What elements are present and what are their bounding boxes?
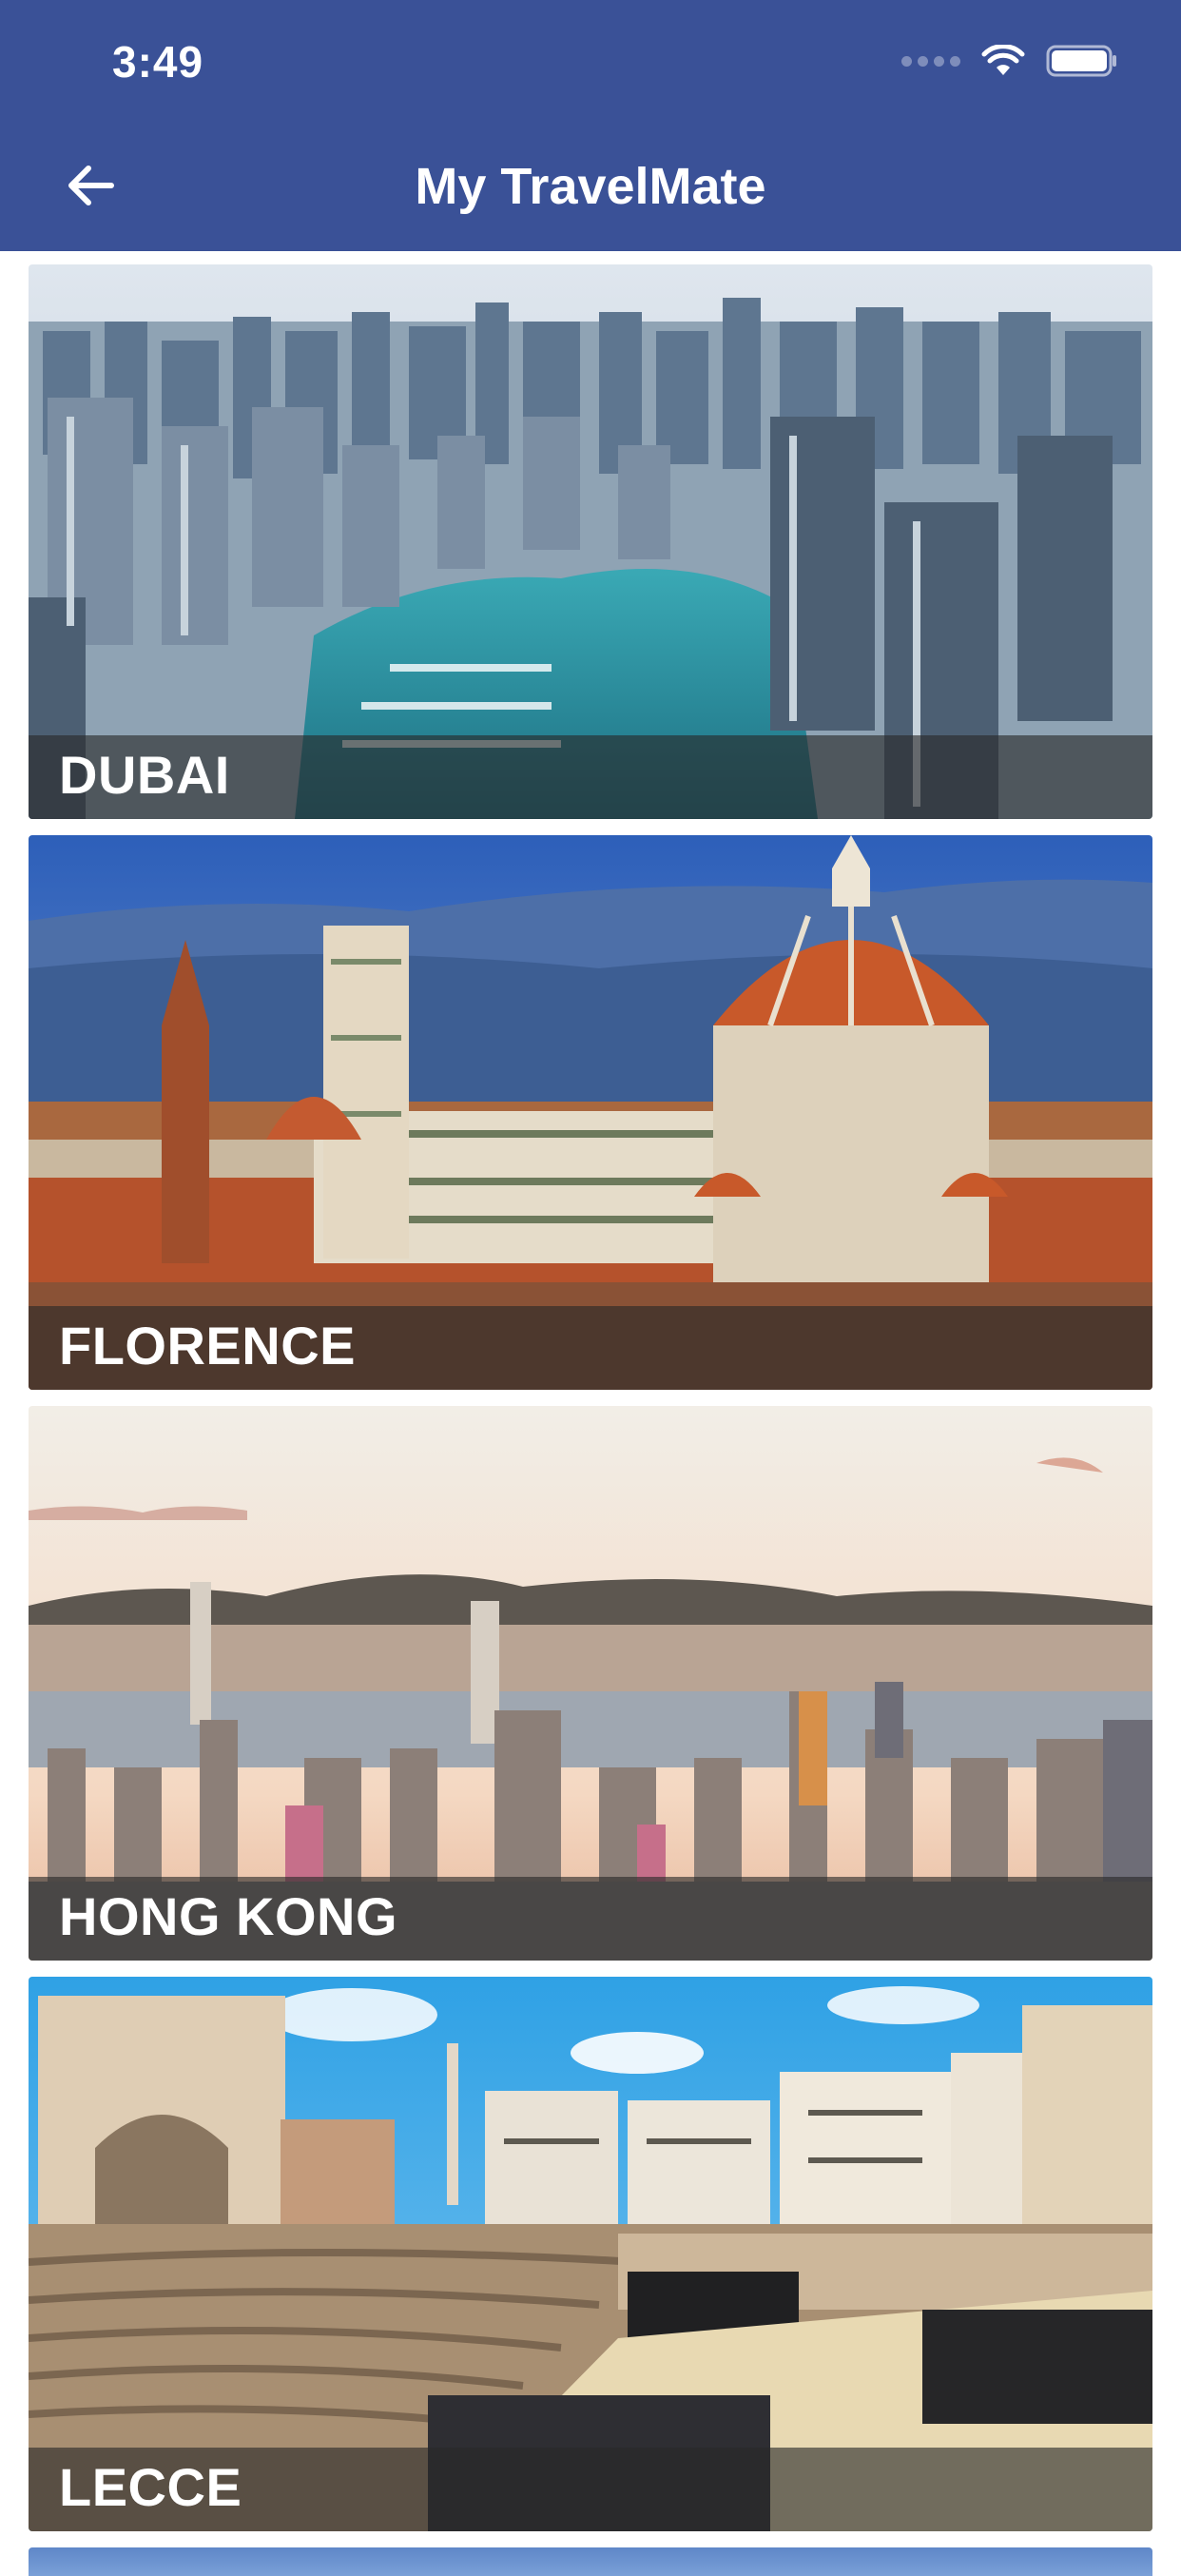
status-icons bbox=[901, 44, 1118, 78]
destination-card-hong-kong[interactable]: HONG KONG bbox=[29, 1406, 1152, 1961]
destination-name: DUBAI bbox=[59, 745, 230, 805]
status-time: 3:49 bbox=[112, 37, 204, 87]
wifi-icon bbox=[981, 45, 1025, 75]
page-title: My TravelMate bbox=[415, 158, 766, 215]
destination-card-florence[interactable]: FLORENCE bbox=[29, 835, 1152, 1390]
destination-card-partial[interactable] bbox=[29, 2547, 1152, 2576]
cellular-signal-icon bbox=[901, 55, 960, 67]
destination-list: DUBAI FLORENCE HONG KONG LECCE bbox=[29, 264, 1152, 2576]
battery-icon bbox=[1046, 45, 1116, 77]
destination-card-lecce[interactable]: LECCE bbox=[29, 1977, 1152, 2531]
app-header: 3:49 My TravelMate bbox=[0, 0, 1181, 251]
destination-name: HONG KONG bbox=[59, 1886, 398, 1946]
destination-card-dubai[interactable]: DUBAI bbox=[29, 264, 1152, 819]
destination-name: FLORENCE bbox=[59, 1316, 356, 1376]
destination-name: LECCE bbox=[59, 2457, 242, 2517]
